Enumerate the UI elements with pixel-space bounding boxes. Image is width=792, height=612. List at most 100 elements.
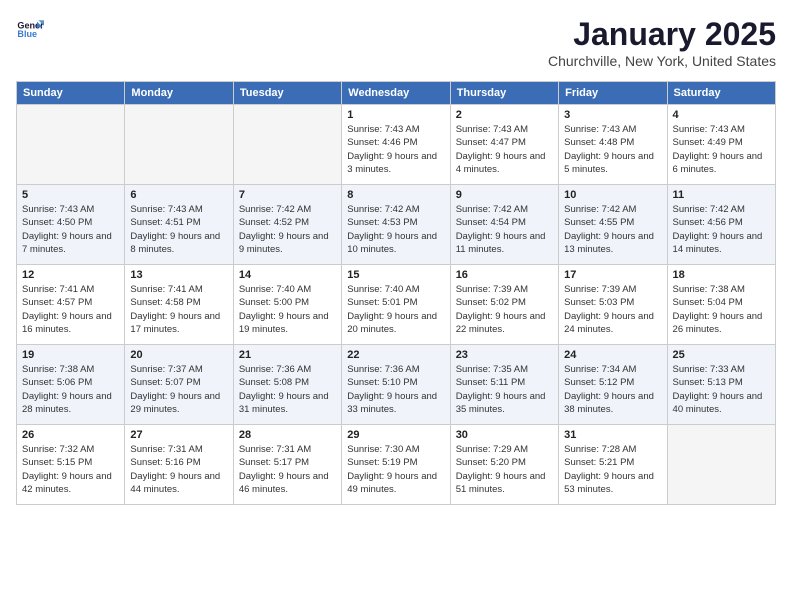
day-cell: 8 Sunrise: 7:42 AM Sunset: 4:53 PM Daylig… [342, 185, 450, 265]
day-number: 18 [673, 269, 770, 281]
day-cell: 14 Sunrise: 7:40 AM Sunset: 5:00 PM Dayli… [233, 265, 341, 345]
day-number: 2 [456, 109, 553, 121]
day-number: 19 [22, 349, 119, 361]
day-number: 23 [456, 349, 553, 361]
week-row-5: 26 Sunrise: 7:32 AM Sunset: 5:15 PM Dayli… [17, 425, 776, 505]
day-cell [233, 105, 341, 185]
day-number: 31 [564, 429, 661, 441]
day-number: 6 [130, 189, 227, 201]
day-number: 15 [347, 269, 444, 281]
day-cell: 12Sunrise: 7:41 AM Sunset: 4:57 PM Dayli… [17, 265, 125, 345]
day-info: Sunrise: 7:36 AM Sunset: 5:08 PM Dayligh… [239, 363, 336, 416]
day-cell: 20 Sunrise: 7:37 AM Sunset: 5:07 PM Dayli… [125, 345, 233, 425]
day-number: 1 [347, 109, 444, 121]
col-header-friday: Friday [559, 82, 667, 105]
day-cell: 17 Sunrise: 7:39 AM Sunset: 5:03 PM Dayli… [559, 265, 667, 345]
day-cell: 11 Sunrise: 7:42 AM Sunset: 4:56 PM Dayli… [667, 185, 775, 265]
day-info: Sunrise: 7:42 AM Sunset: 4:55 PM Dayligh… [564, 203, 661, 256]
col-header-thursday: Thursday [450, 82, 558, 105]
day-number: 4 [673, 109, 770, 121]
day-number: 28 [239, 429, 336, 441]
day-cell: 5 Sunrise: 7:43 AM Sunset: 4:50 PM Daylig… [17, 185, 125, 265]
day-cell: 15 Sunrise: 7:40 AM Sunset: 5:01 PM Dayli… [342, 265, 450, 345]
calendar-table: SundayMondayTuesdayWednesdayThursdayFrid… [16, 81, 776, 505]
day-cell: 9 Sunrise: 7:42 AM Sunset: 4:54 PM Daylig… [450, 185, 558, 265]
day-number: 12 [22, 269, 119, 281]
day-cell: 25 Sunrise: 7:33 AM Sunset: 5:13 PM Dayli… [667, 345, 775, 425]
day-cell: 19 Sunrise: 7:38 AM Sunset: 5:06 PM Dayli… [17, 345, 125, 425]
calendar-subtitle: Churchville, New York, United States [548, 53, 776, 69]
day-cell: 30Sunrise: 7:29 AM Sunset: 5:20 PM Dayli… [450, 425, 558, 505]
day-info: Sunrise: 7:42 AM Sunset: 4:56 PM Dayligh… [673, 203, 770, 256]
day-info: Sunrise: 7:43 AM Sunset: 4:46 PM Dayligh… [347, 123, 444, 176]
day-number: 14 [239, 269, 336, 281]
svg-text:Blue: Blue [17, 29, 37, 39]
col-header-monday: Monday [125, 82, 233, 105]
day-number: 22 [347, 349, 444, 361]
day-number: 8 [347, 189, 444, 201]
day-cell: 28 Sunrise: 7:31 AM Sunset: 5:17 PM Dayli… [233, 425, 341, 505]
day-number: 21 [239, 349, 336, 361]
day-cell [17, 105, 125, 185]
day-number: 11 [673, 189, 770, 201]
day-info: Sunrise: 7:43 AM Sunset: 4:47 PM Dayligh… [456, 123, 553, 176]
day-info: Sunrise: 7:31 AM Sunset: 5:17 PM Dayligh… [239, 443, 336, 496]
day-info: Sunrise: 7:43 AM Sunset: 4:50 PM Dayligh… [22, 203, 119, 256]
day-info: Sunrise: 7:33 AM Sunset: 5:13 PM Dayligh… [673, 363, 770, 416]
day-number: 13 [130, 269, 227, 281]
logo: General Blue [16, 16, 44, 44]
day-number: 3 [564, 109, 661, 121]
day-info: Sunrise: 7:40 AM Sunset: 5:00 PM Dayligh… [239, 283, 336, 336]
day-cell: 27 Sunrise: 7:31 AM Sunset: 5:16 PM Dayli… [125, 425, 233, 505]
logo-icon: General Blue [16, 16, 44, 44]
day-info: Sunrise: 7:38 AM Sunset: 5:06 PM Dayligh… [22, 363, 119, 416]
day-cell: 2 Sunrise: 7:43 AM Sunset: 4:47 PM Daylig… [450, 105, 558, 185]
day-number: 25 [673, 349, 770, 361]
day-cell: 10 Sunrise: 7:42 AM Sunset: 4:55 PM Dayli… [559, 185, 667, 265]
day-info: Sunrise: 7:42 AM Sunset: 4:53 PM Dayligh… [347, 203, 444, 256]
day-info: Sunrise: 7:32 AM Sunset: 5:15 PM Dayligh… [22, 443, 119, 496]
week-row-3: 12Sunrise: 7:41 AM Sunset: 4:57 PM Dayli… [17, 265, 776, 345]
week-row-2: 5 Sunrise: 7:43 AM Sunset: 4:50 PM Daylig… [17, 185, 776, 265]
col-header-wednesday: Wednesday [342, 82, 450, 105]
day-number: 10 [564, 189, 661, 201]
day-cell: 24Sunrise: 7:34 AM Sunset: 5:12 PM Dayli… [559, 345, 667, 425]
day-number: 26 [22, 429, 119, 441]
day-cell: 3Sunrise: 7:43 AM Sunset: 4:48 PM Daylig… [559, 105, 667, 185]
col-header-saturday: Saturday [667, 82, 775, 105]
day-info: Sunrise: 7:43 AM Sunset: 4:49 PM Dayligh… [673, 123, 770, 176]
day-info: Sunrise: 7:37 AM Sunset: 5:07 PM Dayligh… [130, 363, 227, 416]
day-cell: 7Sunrise: 7:42 AM Sunset: 4:52 PM Daylig… [233, 185, 341, 265]
day-number: 9 [456, 189, 553, 201]
day-info: Sunrise: 7:40 AM Sunset: 5:01 PM Dayligh… [347, 283, 444, 336]
day-info: Sunrise: 7:39 AM Sunset: 5:02 PM Dayligh… [456, 283, 553, 336]
day-cell: 1 Sunrise: 7:43 AM Sunset: 4:46 PM Daylig… [342, 105, 450, 185]
day-info: Sunrise: 7:31 AM Sunset: 5:16 PM Dayligh… [130, 443, 227, 496]
col-header-sunday: Sunday [17, 82, 125, 105]
day-cell: 4 Sunrise: 7:43 AM Sunset: 4:49 PM Daylig… [667, 105, 775, 185]
day-number: 5 [22, 189, 119, 201]
day-number: 30 [456, 429, 553, 441]
day-number: 27 [130, 429, 227, 441]
day-cell: 21 Sunrise: 7:36 AM Sunset: 5:08 PM Dayli… [233, 345, 341, 425]
day-info: Sunrise: 7:30 AM Sunset: 5:19 PM Dayligh… [347, 443, 444, 496]
day-info: Sunrise: 7:36 AM Sunset: 5:10 PM Dayligh… [347, 363, 444, 416]
header-row: SundayMondayTuesdayWednesdayThursdayFrid… [17, 82, 776, 105]
day-cell: 31 Sunrise: 7:28 AM Sunset: 5:21 PM Dayli… [559, 425, 667, 505]
title-block: January 2025 Churchville, New York, Unit… [548, 16, 776, 69]
day-cell: 26 Sunrise: 7:32 AM Sunset: 5:15 PM Dayli… [17, 425, 125, 505]
day-info: Sunrise: 7:39 AM Sunset: 5:03 PM Dayligh… [564, 283, 661, 336]
day-number: 24 [564, 349, 661, 361]
day-info: Sunrise: 7:42 AM Sunset: 4:54 PM Dayligh… [456, 203, 553, 256]
header: General Blue January 2025 Churchville, N… [16, 16, 776, 69]
day-info: Sunrise: 7:38 AM Sunset: 5:04 PM Dayligh… [673, 283, 770, 336]
day-cell: 22 Sunrise: 7:36 AM Sunset: 5:10 PM Dayli… [342, 345, 450, 425]
day-cell: 13 Sunrise: 7:41 AM Sunset: 4:58 PM Dayli… [125, 265, 233, 345]
day-cell: 29Sunrise: 7:30 AM Sunset: 5:19 PM Dayli… [342, 425, 450, 505]
day-info: Sunrise: 7:41 AM Sunset: 4:58 PM Dayligh… [130, 283, 227, 336]
day-number: 20 [130, 349, 227, 361]
week-row-1: 1 Sunrise: 7:43 AM Sunset: 4:46 PM Daylig… [17, 105, 776, 185]
day-number: 17 [564, 269, 661, 281]
day-number: 7 [239, 189, 336, 201]
day-info: Sunrise: 7:28 AM Sunset: 5:21 PM Dayligh… [564, 443, 661, 496]
